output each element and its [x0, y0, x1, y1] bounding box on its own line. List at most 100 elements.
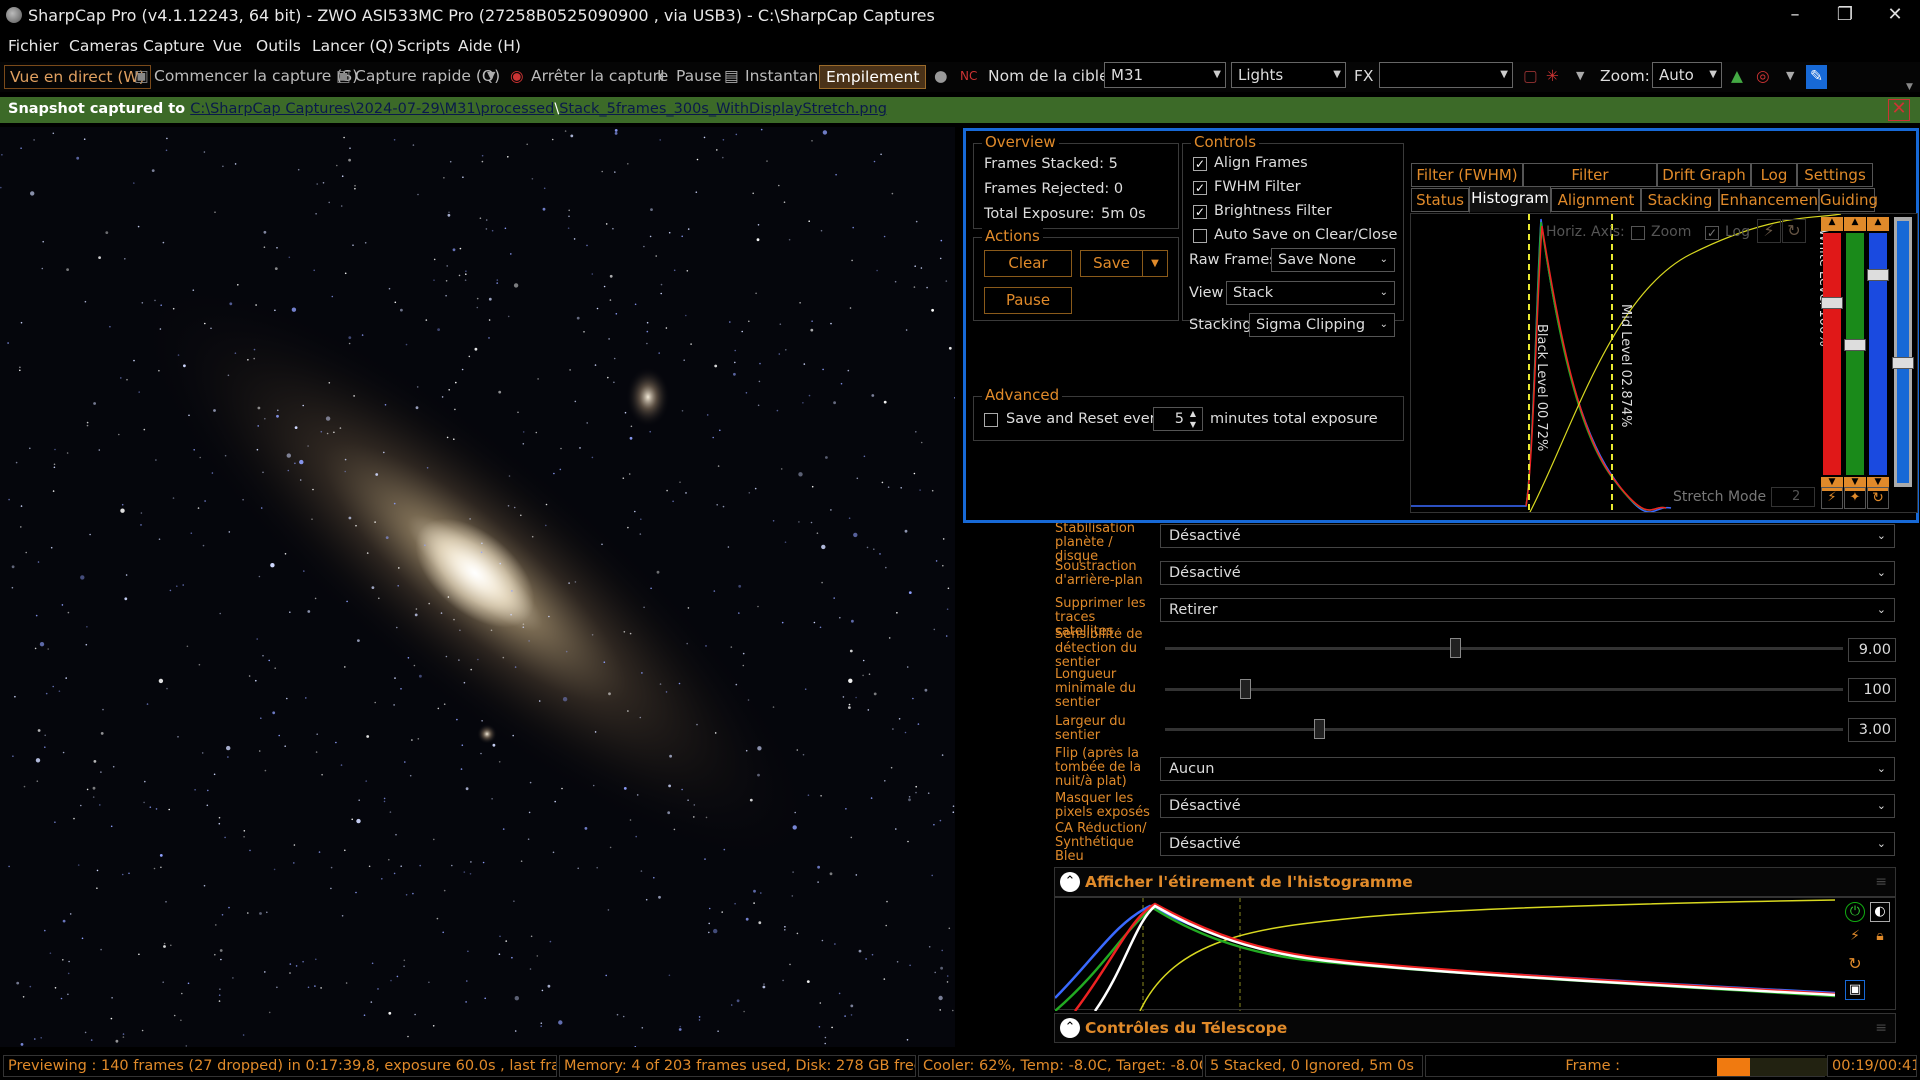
align-frames-checkbox[interactable]: ✓ — [1193, 157, 1207, 171]
collapse-icon[interactable]: ⌃ — [1060, 872, 1080, 892]
slider-thumb[interactable] — [1449, 638, 1461, 658]
menu-capture[interactable]: Capture — [143, 37, 205, 55]
arrow-up-icon[interactable]: ▲ — [1867, 217, 1889, 231]
menu-aide[interactable]: Aide (H) — [458, 37, 521, 55]
camera-preview-image[interactable] — [0, 127, 955, 1047]
tab-log[interactable]: Log — [1751, 163, 1797, 187]
menu-fichier[interactable]: Fichier — [8, 37, 59, 55]
live-view-button[interactable]: Vue en direct (W) — [4, 65, 151, 89]
trail-sensitivity-slider[interactable] — [1165, 638, 1843, 658]
pin-icon[interactable]: ✎ — [1806, 65, 1827, 89]
luminance-level-slider[interactable] — [1892, 217, 1914, 487]
stop-capture-button[interactable]: Arrêter la capture — [531, 65, 668, 89]
snapshot-folder-link[interactable]: C:\SharpCap Captures\2024-07-29\M31\proc… — [190, 101, 554, 117]
tab-drift-graph[interactable]: Drift Graph — [1657, 163, 1751, 187]
lock-icon[interactable]: 🔒︎ — [1870, 928, 1890, 948]
satellite-trails-select[interactable]: Retirer ⌄ — [1160, 598, 1895, 622]
capture-dropdown-icon[interactable]: ▼ — [487, 65, 495, 89]
target-name-select[interactable]: M31 ▼ — [1104, 62, 1226, 88]
background-subtraction-select[interactable]: Désactivé ⌄ — [1160, 561, 1895, 585]
green-level-slider[interactable]: ▲ ▼ — [1844, 217, 1866, 491]
zoom-checkbox[interactable] — [1631, 226, 1645, 240]
stabilization-select[interactable]: Désactivé ⌄ — [1160, 524, 1895, 548]
contrast-icon[interactable]: ◐ — [1870, 902, 1890, 922]
histogram-icon[interactable]: ▲ — [1731, 65, 1743, 89]
fwhm-filter-checkbox[interactable]: ✓ — [1193, 181, 1207, 195]
spinner-arrows-icon[interactable]: ▲ ▼ — [1190, 408, 1196, 430]
menu-vue[interactable]: Vue — [213, 37, 242, 55]
raw-frames-select[interactable]: Save None ⌄ — [1271, 248, 1395, 272]
menu-cameras[interactable]: Cameras — [69, 37, 138, 55]
mask-pixels-select[interactable]: Désactivé ⌄ — [1160, 794, 1895, 818]
crosshair-icon[interactable]: ✳ — [1546, 65, 1559, 89]
zoom-select[interactable]: Auto ▼ — [1652, 62, 1722, 88]
trail-min-length-slider[interactable] — [1165, 679, 1843, 699]
auto-stretch-icon[interactable]: ⚡ — [1757, 219, 1781, 243]
tab-settings[interactable]: Settings — [1797, 163, 1873, 187]
roi-icon[interactable]: ▢ — [1523, 65, 1538, 89]
frame-type-select[interactable]: Lights ▼ — [1231, 62, 1346, 88]
trail-sensitivity-value[interactable]: 9.00 — [1848, 638, 1896, 662]
snapshot-button[interactable]: Instantané — [745, 65, 828, 89]
close-window-button[interactable]: ✕ — [1872, 0, 1918, 32]
stack-histogram-panel[interactable]: Black Level 00.72% Mid Level 02.874% Whi… — [1410, 213, 1918, 513]
save-stretch-icon[interactable]: ▣ — [1845, 980, 1865, 1000]
slider-thumb[interactable] — [1867, 269, 1889, 281]
snapshot-file-link[interactable]: Stack_5frames_300s_WithDisplayStretch.pn… — [559, 101, 887, 117]
red-level-slider[interactable]: ▲ ▼ — [1821, 217, 1843, 491]
focus-icon[interactable]: ◎ — [1756, 65, 1770, 89]
menu-grip-icon[interactable]: ≡ — [1875, 874, 1887, 890]
tab-alignment[interactable]: Alignment — [1551, 188, 1641, 212]
log-checkbox[interactable]: ✓ — [1705, 226, 1719, 240]
trail-width-value[interactable]: 3.00 — [1848, 718, 1896, 742]
stretch-mode-spinner[interactable]: 2 — [1771, 487, 1815, 507]
auto-stretch-icon[interactable]: ⚡ — [1821, 487, 1843, 509]
save-button[interactable]: Save — [1080, 250, 1143, 277]
slider-thumb[interactable] — [1844, 339, 1866, 351]
flip-select[interactable]: Aucun ⌄ — [1160, 757, 1895, 781]
menu-scripts[interactable]: Scripts — [397, 37, 450, 55]
tab-histogram[interactable]: Histogram — [1469, 186, 1551, 213]
tab-stacking[interactable]: Stacking — [1641, 188, 1719, 212]
reset-stretch-icon[interactable]: ↻ — [1867, 487, 1889, 509]
power-icon[interactable]: ⏻ — [1845, 902, 1865, 922]
stacking-button[interactable]: Empilement — [819, 65, 927, 89]
tab-guiding[interactable]: Guiding — [1819, 188, 1878, 212]
save-reset-checkbox[interactable] — [984, 413, 998, 427]
minutes-spinner[interactable]: 5 ▲ ▼ — [1153, 407, 1203, 431]
star-stretch-icon[interactable]: ✦ — [1844, 487, 1866, 509]
slider-thumb[interactable] — [1821, 297, 1843, 309]
crosshair-dropdown-icon[interactable]: ▼ — [1576, 65, 1584, 89]
record-icon[interactable]: ● — [934, 65, 948, 89]
menu-lancer[interactable]: Lancer (Q) — [312, 37, 394, 55]
clear-button[interactable]: Clear — [984, 250, 1072, 277]
menu-outils[interactable]: Outils — [256, 37, 301, 55]
arrow-up-icon[interactable]: ▲ — [1844, 217, 1866, 231]
no-calibration-icon[interactable]: NC — [960, 65, 977, 89]
collapse-icon[interactable]: ⌃ — [1060, 1018, 1080, 1038]
tab-filter-brightness[interactable]: Filter (Brightness) — [1523, 163, 1657, 206]
display-stretch-histogram[interactable]: ⏻ ◐ ⚡ 🔒︎ ↻ ▣ — [1054, 897, 1896, 1012]
slider-thumb[interactable] — [1892, 357, 1914, 369]
fx-select[interactable]: ▼ — [1379, 62, 1513, 88]
reset-icon[interactable]: ↻ — [1782, 219, 1806, 243]
save-dropdown-icon[interactable]: ▼ — [1142, 250, 1168, 277]
blue-level-slider[interactable]: ▲ ▼ — [1867, 217, 1889, 491]
trail-width-slider[interactable] — [1165, 719, 1843, 739]
tab-status[interactable]: Status — [1411, 188, 1469, 212]
brightness-filter-checkbox[interactable]: ✓ — [1193, 205, 1207, 219]
pause-button[interactable]: Pause — [676, 65, 722, 89]
view-select[interactable]: Stack ⌄ — [1226, 281, 1395, 305]
focus-dropdown-icon[interactable]: ▼ — [1786, 65, 1794, 89]
start-capture-button[interactable]: Commencer la capture (S) — [154, 65, 358, 89]
auto-stretch-icon[interactable]: ⚡ — [1845, 928, 1865, 948]
menu-grip-icon[interactable]: ≡ — [1875, 1020, 1887, 1036]
histogram-stretch-header[interactable]: ⌃ Afficher l'étirement de l'histogramme … — [1054, 867, 1896, 897]
tab-filter-fwhm[interactable]: Filter (FWHM) — [1411, 163, 1523, 187]
arrow-up-icon[interactable]: ▲ — [1821, 217, 1843, 231]
slider-thumb[interactable] — [1314, 719, 1326, 739]
close-notification-button[interactable]: ✕ — [1888, 99, 1910, 121]
minimize-button[interactable]: – — [1772, 0, 1818, 32]
telescope-controls-header[interactable]: ⌃ Contrôles du Télescope ≡ — [1054, 1013, 1896, 1043]
pause-stacking-button[interactable]: Pause — [984, 287, 1072, 314]
